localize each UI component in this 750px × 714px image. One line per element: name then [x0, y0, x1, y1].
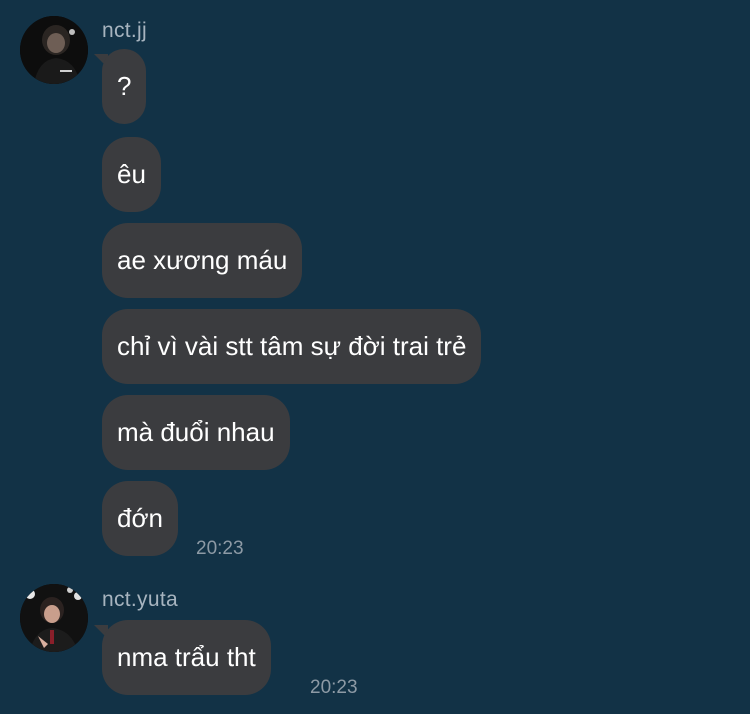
- message-bubble[interactable]: ?: [102, 49, 147, 124]
- user-avatar-photo-icon: [20, 16, 88, 84]
- message-bubble[interactable]: ae xương máu: [102, 223, 303, 298]
- message-bubble[interactable]: mà đuổi nhau: [102, 395, 290, 470]
- message-bubble[interactable]: êu: [102, 137, 161, 212]
- avatar[interactable]: [20, 584, 88, 652]
- sender-name: nct.yuta: [102, 588, 178, 611]
- message-bubble[interactable]: nma trẩu tht: [102, 620, 271, 695]
- sender-name: nct.jj: [102, 19, 147, 42]
- message-timestamp: 20:23: [196, 538, 244, 559]
- message-bubble[interactable]: đớn: [102, 481, 178, 556]
- user-avatar-photo-icon: [20, 584, 88, 652]
- message-bubble[interactable]: chỉ vì vài stt tâm sự đời trai trẻ: [102, 309, 482, 384]
- avatar[interactable]: [20, 16, 88, 84]
- message-timestamp: 20:23: [310, 677, 358, 698]
